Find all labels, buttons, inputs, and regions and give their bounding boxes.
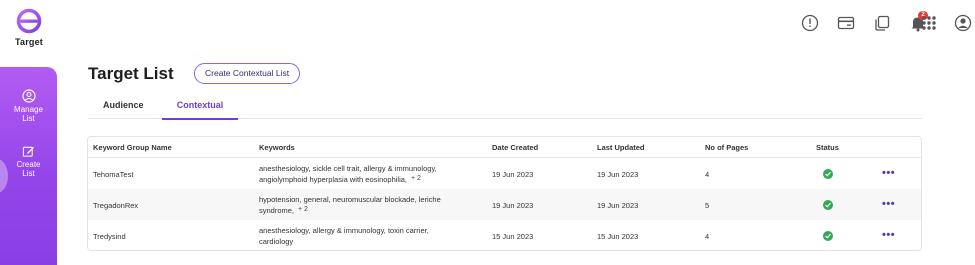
keyword-group-name: TregadonRex (93, 201, 139, 210)
table-row[interactable]: Tredysind anesthesiology, allergy & immu… (88, 220, 921, 250)
last-updated: 19 Jun 2023 (597, 170, 639, 179)
keywords-line: hypotension, general, neuromuscular bloc… (259, 195, 441, 204)
user-circle-icon (21, 89, 36, 103)
app-logo[interactable]: Target (12, 8, 46, 47)
sidebar-item-label: Create (16, 160, 41, 169)
keywords-line: angiolymphoid hyperplasia with eosinophi… (259, 175, 408, 184)
tab-audience[interactable]: Audience (103, 100, 144, 119)
profile-icon[interactable] (954, 14, 972, 32)
tab-bar: Audience Contextual (88, 100, 922, 120)
status-check-icon (823, 169, 833, 179)
row-actions-menu[interactable]: ••• (882, 167, 895, 179)
row-actions-menu[interactable]: ••• (882, 229, 895, 241)
target-list-table: Keyword Group Name Keywords Date Created… (87, 136, 922, 251)
keywords-line: syndrome, (259, 206, 295, 215)
keywords-line: anesthesiology, allergy & immunology, to… (259, 226, 429, 235)
logo-text: Target (14, 37, 44, 47)
alert-circle-icon[interactable] (801, 14, 819, 32)
keyword-group-name: Tredysind (93, 232, 126, 241)
column-header: Last Updated (597, 143, 645, 152)
target-logo-icon (16, 8, 42, 34)
tab-contextual[interactable]: Contextual (162, 100, 238, 120)
tab-label: Audience (103, 100, 144, 110)
column-header: Status (816, 143, 839, 152)
status-check-icon (823, 200, 833, 210)
keywords-cell: anesthesiology, allergy & immunology, to… (259, 226, 489, 247)
last-updated: 15 Jun 2023 (597, 232, 639, 241)
tab-label: Contextual (176, 100, 224, 110)
page-count: 5 (705, 201, 710, 210)
date-created: 19 Jun 2023 (492, 201, 534, 210)
table-header: Keyword Group Name Keywords Date Created… (88, 137, 921, 158)
row-actions-menu[interactable]: ••• (882, 198, 895, 210)
sidebar: Manage List Create List (0, 67, 57, 265)
page-count: 4 (705, 170, 710, 179)
keywords-line: cardiology (259, 237, 294, 246)
more-keywords-badge[interactable]: + 2 (298, 206, 308, 213)
card-icon[interactable] (837, 14, 855, 32)
keywords-cell: anesthesiology, sickle cell trait, aller… (259, 164, 489, 185)
sidebar-item-create-list[interactable]: Create List (0, 145, 57, 178)
last-updated: 19 Jun 2023 (597, 201, 639, 210)
edit-icon (22, 146, 35, 157)
table-row[interactable]: TehomaTest anesthesiology, sickle cell t… (88, 158, 921, 189)
sidebar-item-label: List (22, 169, 35, 178)
keywords-cell: hypotension, general, neuromuscular bloc… (259, 195, 489, 216)
column-header: No of Pages (705, 143, 749, 152)
status-check-icon (823, 231, 833, 241)
date-created: 19 Jun 2023 (492, 170, 534, 179)
more-keywords-badge[interactable]: + 2 (411, 175, 421, 182)
page-count: 4 (705, 232, 710, 241)
column-header: Keyword Group Name (93, 143, 172, 152)
keyword-group-name: TehomaTest (93, 170, 134, 179)
sidebar-item-manage-list[interactable]: Manage List (0, 89, 57, 123)
apps-grid-icon[interactable] (920, 14, 938, 32)
create-contextual-list-button[interactable]: Create Contextual List (194, 63, 301, 84)
keywords-line: anesthesiology, sickle cell trait, aller… (259, 164, 437, 173)
copy-icon[interactable] (873, 14, 891, 32)
column-header: Date Created (492, 143, 539, 152)
sidebar-item-label: Manage (14, 105, 43, 114)
page-title: Target List (88, 64, 174, 83)
sidebar-item-label: List (22, 114, 35, 123)
column-header: Keywords (259, 143, 295, 152)
date-created: 15 Jun 2023 (492, 232, 534, 241)
table-row[interactable]: TregadonRex hypotension, general, neurom… (88, 189, 921, 220)
